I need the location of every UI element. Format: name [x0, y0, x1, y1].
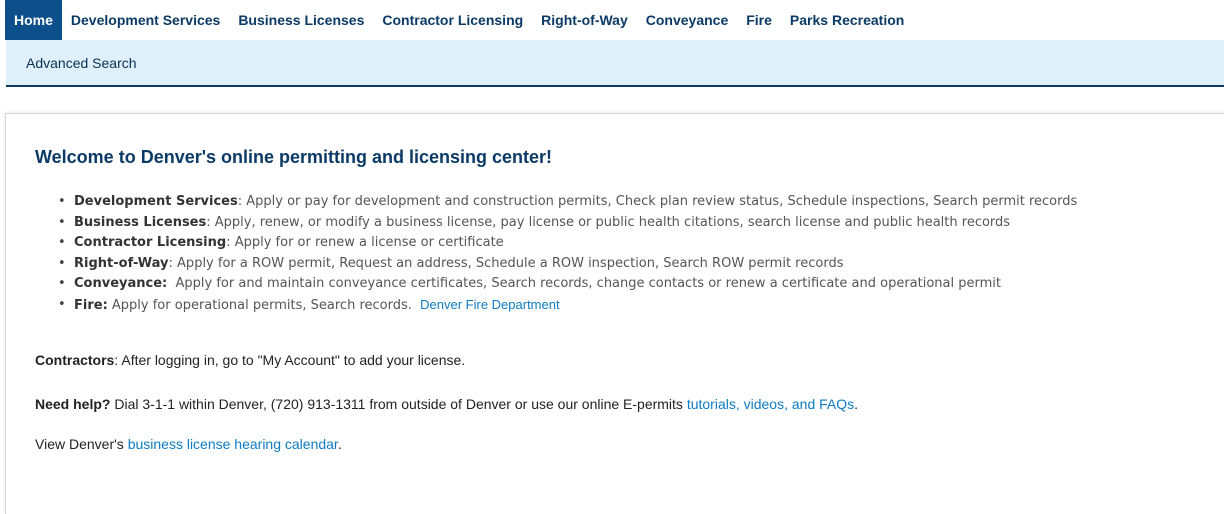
page-title: Welcome to Denver's online permitting an…	[35, 147, 553, 167]
list-item: • Business Licenses: Apply, renew, or mo…	[58, 213, 1077, 234]
contractors-label: Contractors	[35, 352, 115, 368]
list-item: • Conveyance: Apply for and maintain con…	[58, 274, 1077, 295]
list-item: • Right-of-Way: Apply for a ROW permit, …	[58, 254, 1077, 275]
bullet-icon: •	[58, 214, 66, 230]
help-end: .	[854, 396, 859, 412]
help-note: Need help? Dial 3-1-1 within Denver, (72…	[35, 396, 858, 412]
service-label: Conveyance:	[74, 276, 168, 292]
advanced-search-link[interactable]: Advanced Search	[6, 55, 137, 71]
calendar-text: View Denver's	[35, 436, 128, 452]
calendar-end: .	[337, 436, 342, 452]
hearing-calendar-link[interactable]: business license hearing calendar	[128, 436, 338, 452]
tab-fire[interactable]: Fire	[737, 0, 781, 40]
service-label: Development Services	[74, 194, 238, 209]
calendar-note: View Denver's business license hearing c…	[35, 436, 342, 452]
service-description: : Apply for a ROW permit, Request an add…	[168, 255, 844, 271]
tab-contractor-licensing[interactable]: Contractor Licensing	[373, 0, 532, 40]
list-item: • Contractor Licensing: Apply for or ren…	[58, 233, 1077, 254]
tab-development-services[interactable]: Development Services	[62, 0, 229, 40]
service-description: : Apply, renew, or modify a business lic…	[206, 214, 1011, 230]
service-label: Business Licenses	[74, 214, 207, 230]
tab-right-of-way[interactable]: Right-of-Way	[532, 0, 637, 40]
services-list: • Development Services: Apply or pay for…	[58, 192, 1077, 316]
list-item: • Fire: Apply for operational permits, S…	[58, 295, 1077, 316]
sub-navigation: Advanced Search	[6, 40, 1224, 87]
tab-home[interactable]: Home	[5, 0, 62, 47]
service-label: Fire:	[74, 297, 108, 313]
tutorials-link[interactable]: tutorials, videos, and FAQs	[687, 396, 854, 412]
bullet-icon: •	[58, 276, 66, 292]
service-description: : Apply for or renew a license or certif…	[226, 235, 504, 251]
service-description: Apply for operational permits, Search re…	[107, 297, 421, 313]
contractors-note: Contractors: After logging in, go to "My…	[35, 352, 465, 368]
help-label: Need help?	[35, 396, 111, 412]
service-label: Contractor Licensing	[74, 235, 227, 251]
service-description: : Apply or pay for development and const…	[237, 194, 1078, 209]
list-item: • Development Services: Apply or pay for…	[58, 192, 1077, 213]
tab-label: Home	[14, 12, 53, 28]
bullet-icon: •	[58, 255, 66, 271]
bullet-icon: •	[58, 235, 66, 251]
bullet-icon: •	[58, 296, 66, 312]
tab-conveyance[interactable]: Conveyance	[637, 0, 737, 40]
service-description: Apply for and maintain conveyance certif…	[167, 276, 1001, 292]
service-label: Right-of-Way	[74, 255, 169, 271]
tab-business-licenses[interactable]: Business Licenses	[229, 0, 373, 40]
top-navigation: Home Development Services Business Licen…	[0, 0, 1224, 47]
denver-fire-department-link[interactable]: Denver Fire Department	[420, 297, 559, 312]
bullet-icon: •	[58, 194, 66, 209]
help-text: Dial 3-1-1 within Denver, (720) 913-1311…	[110, 396, 687, 412]
tab-parks-recreation[interactable]: Parks Recreation	[781, 0, 913, 40]
contractors-text: : After logging in, go to "My Account" t…	[114, 352, 466, 368]
welcome-panel: Welcome to Denver's online permitting an…	[5, 113, 1224, 514]
